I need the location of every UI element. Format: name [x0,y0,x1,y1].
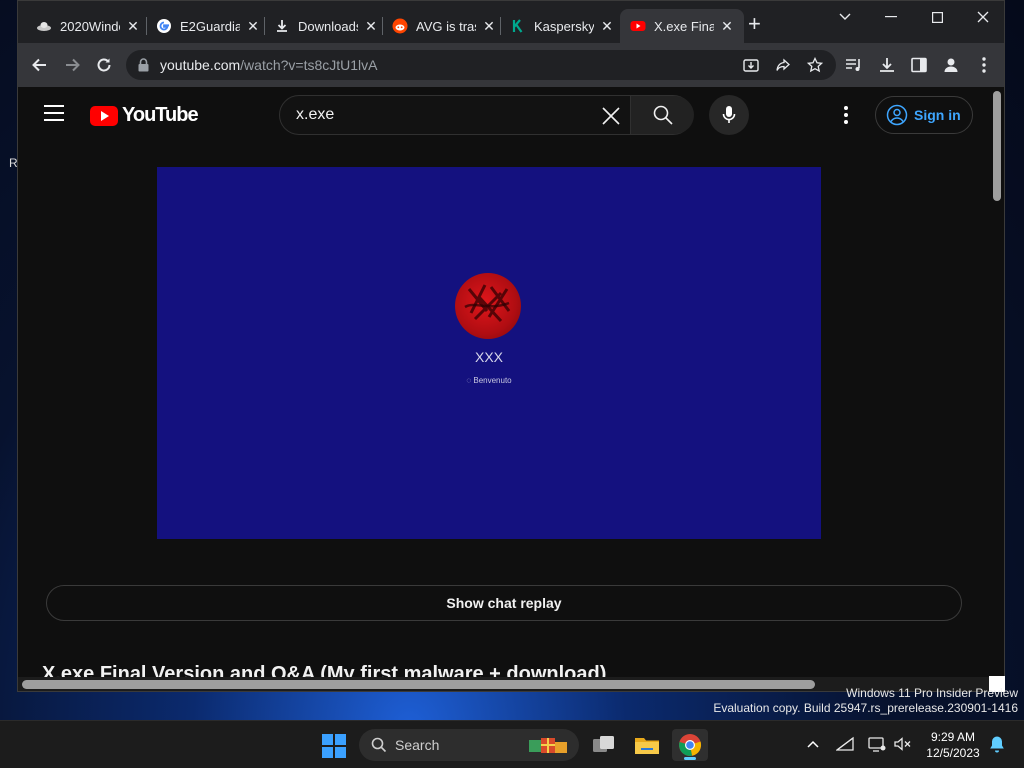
file-explorer-icon[interactable] [629,729,665,761]
network-icon[interactable] [836,735,854,753]
tab-search-chevron-icon[interactable] [822,5,868,29]
video-frame-username: XXX [474,349,503,365]
volume-muted-icon[interactable] [893,735,911,753]
back-button[interactable] [28,53,52,77]
show-hidden-icons-chevron[interactable] [804,735,822,753]
taskbar-search[interactable]: Search [359,729,579,761]
task-view-icon[interactable] [586,729,622,761]
search-input[interactable] [296,106,576,124]
minimize-button[interactable] [868,5,914,29]
sign-in-label: Sign in [914,107,961,123]
start-button[interactable] [322,734,346,758]
browser-menu-icon[interactable] [974,55,994,75]
show-chat-replay-button[interactable]: Show chat replay [46,585,962,621]
system-clock[interactable]: 9:29 AM 12/5/2023 [918,729,988,761]
settings-more-icon[interactable] [838,104,854,126]
vertical-scrollbar[interactable] [993,91,1001,201]
tab-strip: 2020Windows ✕ E2Guardian ✕ Downloads ✕ A… [18,1,1004,43]
close-icon[interactable]: ✕ [720,18,734,35]
taskbar: Search 9:29 AM 12/5/2023 [0,720,1024,768]
tab-kaspersky[interactable]: Kaspersky ✕ [500,9,624,43]
side-panel-icon[interactable] [909,55,929,75]
user-avatar-image [455,273,521,339]
youtube-play-icon [90,105,118,126]
chrome-taskbar-icon[interactable] [672,729,708,761]
share-icon[interactable] [774,56,792,74]
tab-label: AVG is trash [416,18,476,34]
browser-window: 2020Windows ✕ E2Guardian ✕ Downloads ✕ A… [17,0,1005,692]
account-icon [886,104,908,126]
tab-label: E2Guardian [180,18,240,34]
tab-2020windows[interactable]: 2020Windows ✕ [26,9,150,43]
horizontal-scrollbar[interactable] [22,680,815,689]
video-player[interactable]: XXX ◌ Benvenuto [157,167,821,539]
profile-icon[interactable] [941,55,961,75]
search-highlight-gift-icon [527,734,571,761]
close-icon[interactable]: ✕ [600,18,614,35]
downloads-icon[interactable] [877,55,897,75]
youtube-page: YouTube Sign in XXX ◌ Benvenuto Show [18,87,1004,691]
url-text[interactable]: youtube.com/watch?v=ts8cJtU1lvA [160,57,378,73]
display-icon[interactable] [868,735,886,753]
notification-bell-icon[interactable] [988,735,1006,753]
tab-label: X.exe Final [654,18,714,34]
tab-label: Kaspersky [534,18,594,34]
new-tab-button[interactable]: + [748,13,761,35]
voice-search-button[interactable] [709,95,749,135]
sign-in-button[interactable]: Sign in [875,96,973,134]
close-icon[interactable]: ✕ [246,18,260,35]
tab-e2guardian[interactable]: E2Guardian ✕ [146,9,270,43]
close-icon[interactable]: ✕ [126,18,140,35]
hamburger-menu-icon[interactable] [44,105,64,121]
google-icon [156,18,172,34]
clear-search-icon[interactable] [600,105,622,127]
search-button[interactable] [630,96,694,134]
reddit-icon [392,18,408,34]
clock-time: 9:29 AM [930,730,976,744]
tab-avg[interactable]: AVG is trash ✕ [382,9,506,43]
tab-downloads[interactable]: Downloads ✕ [264,9,388,43]
video-frame-status: ◌ Benvenuto [466,376,512,385]
browser-toolbar: youtube.com/watch?v=ts8cJtU1lvA [18,43,1004,87]
youtube-icon [630,18,646,34]
youtube-logo-text: YouTube [122,104,199,126]
site-info-icon[interactable] [138,58,149,77]
windows-watermark: Windows 11 Pro Insider Preview Evaluatio… [713,686,1018,715]
download-icon [274,18,290,34]
reading-list-icon[interactable] [844,55,864,75]
search-icon [653,105,673,125]
microphone-icon [722,106,736,123]
close-icon[interactable]: ✕ [482,18,496,35]
youtube-logo[interactable]: YouTube [90,104,199,127]
tab-label: 2020Windows [60,18,120,34]
tab-xexe-active[interactable]: X.exe Final ✕ [620,9,744,43]
taskbar-search-label: Search [395,737,440,753]
ufo-icon [36,18,52,34]
close-icon[interactable]: ✕ [364,18,378,35]
close-window-button[interactable] [960,5,1004,29]
search-icon [371,737,387,753]
kaspersky-icon [510,18,526,34]
search-box [279,95,694,135]
install-app-icon[interactable] [742,56,760,74]
reload-button[interactable] [92,53,116,77]
tab-label: Downloads [298,18,358,34]
address-bar[interactable]: youtube.com/watch?v=ts8cJtU1lvA [126,50,836,80]
clock-date: 12/5/2023 [926,746,980,760]
bookmark-star-icon[interactable] [806,56,824,74]
forward-button[interactable] [60,53,84,77]
maximize-button[interactable] [914,5,960,29]
